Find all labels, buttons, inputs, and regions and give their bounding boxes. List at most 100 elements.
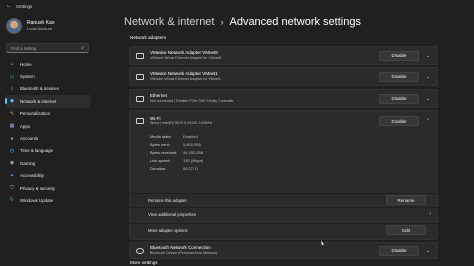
disable-button[interactable]: Disable xyxy=(379,71,419,82)
sidebar-item-windows-update[interactable]: ↻ Windows Update xyxy=(5,194,91,206)
detail-label: Bytes sent: xyxy=(150,142,170,148)
wifi-header-row[interactable]: Wi-Fi Sinna | Intel(R) Wi-Fi 6 AX201 160… xyxy=(130,111,437,131)
sidebar-item-label: Apps xyxy=(20,123,31,129)
sidebar-item-accounts[interactable]: ● Accounts xyxy=(5,132,91,144)
sidebar-item-personalization[interactable]: ✎ Personalization xyxy=(5,108,91,120)
disable-button[interactable]: Disable xyxy=(379,93,419,104)
accessibility-icon: ✦ xyxy=(9,172,15,179)
sidebar-item-home[interactable]: ⌂ Home xyxy=(5,58,91,70)
window-title: Settings xyxy=(16,3,33,9)
sidebar-nav: ⌂ Home ▭ System ᛒ Bluetooth & devices ◆ … xyxy=(0,58,96,207)
chevron-up-icon[interactable]: ⌃ xyxy=(425,118,431,124)
disable-button[interactable]: Disable xyxy=(379,116,419,126)
adapter-card-ethernet[interactable]: Ethernet Not connected | Realtek PCIe Gb… xyxy=(129,89,438,108)
sidebar-item-label: Bluetooth & devices xyxy=(20,86,59,92)
title-bar: ← Settings xyxy=(0,0,474,12)
sidebar-item-system[interactable]: ▭ System xyxy=(5,70,91,82)
wifi-icon xyxy=(136,118,144,124)
view-additional-properties-row[interactable]: View additional properties › xyxy=(130,207,439,220)
back-arrow-icon[interactable]: ← xyxy=(6,3,14,9)
detail-row: Duration: 00:27:11 xyxy=(150,164,203,172)
network-adapter-icon xyxy=(136,52,144,59)
detail-label: Duration: xyxy=(150,165,167,171)
sidebar-item-accessibility[interactable]: ✦ Accessibility xyxy=(5,170,91,182)
detail-value: 00:27:11 xyxy=(183,165,199,171)
wifi-details: Media state: Enabled Bytes sent: 5,805,5… xyxy=(150,133,203,172)
profile-account-type: Local Account xyxy=(27,26,52,31)
sidebar-item-label: Privacy & security xyxy=(20,185,55,191)
sidebar-item-label: Accessibility xyxy=(20,173,44,179)
detail-row: Bytes received: 44,392,858 xyxy=(150,149,203,157)
gaming-icon: ◉ xyxy=(9,160,15,167)
detail-row: Media state: Enabled xyxy=(150,133,203,141)
sidebar-item-label: Gaming xyxy=(20,160,36,166)
sidebar-item-time-language[interactable]: ◷ Time & language xyxy=(5,145,91,157)
sidebar-item-label: Accounts xyxy=(20,136,39,142)
sidebar-item-label: Personalization xyxy=(20,111,51,117)
network-adapter-icon xyxy=(136,73,144,80)
detail-value: 5,805,555 xyxy=(183,142,201,148)
search-icon[interactable]: ⌕ xyxy=(81,45,84,51)
user-profile[interactable]: Ranush Kao Local Account xyxy=(0,12,96,36)
sidebar-item-bluetooth-devices[interactable]: ᛒ Bluetooth & devices xyxy=(5,83,91,95)
detail-value: Enabled xyxy=(183,134,198,140)
search-input[interactable]: Find a setting ⌕ xyxy=(6,43,89,53)
adapter-description: VMware Virtual Ethernet Adapter for VMne… xyxy=(150,76,221,81)
bluetooth-icon: ᛒ xyxy=(10,85,14,92)
breadcrumb: Network & internet › Advanced network se… xyxy=(124,12,442,32)
page-title: Advanced network settings xyxy=(229,16,361,28)
sidebar-item-label: Windows Update xyxy=(20,197,54,203)
adapter-description: Sinna | Intel(R) Wi-Fi 6 AX201 160MHz xyxy=(150,121,213,125)
rename-adapter-row: Rename this adapter Rename xyxy=(130,193,439,206)
search-placeholder: Find a setting xyxy=(11,45,37,51)
adapter-card-vmnet8[interactable]: VMware Network Adapter VMnet8 VMware Vir… xyxy=(129,46,438,65)
rename-button[interactable]: Rename xyxy=(386,195,426,205)
accounts-icon: ● xyxy=(10,135,14,142)
breadcrumb-parent[interactable]: Network & internet xyxy=(124,16,214,28)
adapter-card-vmnet1[interactable]: VMware Network Adapter VMnet1 VMware Vir… xyxy=(129,67,438,86)
sidebar: Ranush Kao Local Account Find a setting … xyxy=(0,12,96,266)
disable-button[interactable]: Disable xyxy=(379,245,419,256)
adapter-description: Not connected | Realtek PCIe GbE Family … xyxy=(150,98,234,103)
adapter-description: VMware Virtual Ethernet Adapter for VMne… xyxy=(150,55,221,60)
detail-value: 44,392,858 xyxy=(183,149,204,155)
sidebar-item-label: System xyxy=(20,74,35,80)
time-icon: ◷ xyxy=(9,147,15,154)
chevron-down-icon[interactable]: ⌄ xyxy=(425,53,431,59)
detail-label: Bytes received: xyxy=(150,149,178,155)
ethernet-icon xyxy=(136,95,144,102)
network-icon: ◆ xyxy=(10,98,14,105)
bluetooth-adapter-icon xyxy=(136,247,144,254)
sidebar-item-label: Home xyxy=(20,61,32,67)
sidebar-item-privacy-security[interactable]: ⛉ Privacy & security xyxy=(5,182,91,194)
rename-adapter-label: Rename this adapter xyxy=(148,197,187,203)
network-adapters-heading: Network adapters xyxy=(130,35,167,40)
sidebar-item-gaming[interactable]: ◉ Gaming xyxy=(5,157,91,169)
shield-icon: ⛉ xyxy=(10,185,14,192)
adapter-card-bluetooth[interactable]: Bluetooth Network Connection Bluetooth D… xyxy=(129,242,438,259)
more-settings-heading: More settings xyxy=(130,260,158,265)
home-icon: ⌂ xyxy=(10,61,14,68)
sidebar-item-label: Time & language xyxy=(20,148,54,154)
more-adapter-options-row: More adapter options Edit xyxy=(130,223,439,236)
chevron-down-icon[interactable]: ⌄ xyxy=(425,74,431,80)
more-adapter-options-label: More adapter options xyxy=(148,227,188,233)
adapter-card-wifi: Wi-Fi Sinna | Intel(R) Wi-Fi 6 AX201 160… xyxy=(129,110,439,240)
disable-button[interactable]: Disable xyxy=(379,50,419,61)
update-icon: ↻ xyxy=(9,197,15,204)
brush-icon: ✎ xyxy=(9,110,15,117)
adapter-description: Bluetooth Device (Personal Area Network) xyxy=(150,250,218,255)
detail-value: 130 (Mbps) xyxy=(183,157,204,163)
breadcrumb-separator: › xyxy=(220,17,224,27)
view-properties-label: View additional properties xyxy=(148,211,196,217)
sidebar-item-apps[interactable]: ▦ Apps xyxy=(5,120,91,132)
sidebar-item-network-internet[interactable]: ◆ Network & internet xyxy=(5,95,91,108)
sidebar-item-label: Network & internet xyxy=(20,98,57,104)
system-icon: ▭ xyxy=(9,73,15,80)
chevron-down-icon[interactable]: ⌄ xyxy=(425,248,431,254)
chevron-right-icon: › xyxy=(429,211,431,217)
chevron-down-icon[interactable]: ⌄ xyxy=(425,96,431,102)
detail-row: Bytes sent: 5,805,555 xyxy=(150,141,203,149)
detail-row: Link speed: 130 (Mbps) xyxy=(150,156,203,164)
edit-button[interactable]: Edit xyxy=(386,225,426,235)
